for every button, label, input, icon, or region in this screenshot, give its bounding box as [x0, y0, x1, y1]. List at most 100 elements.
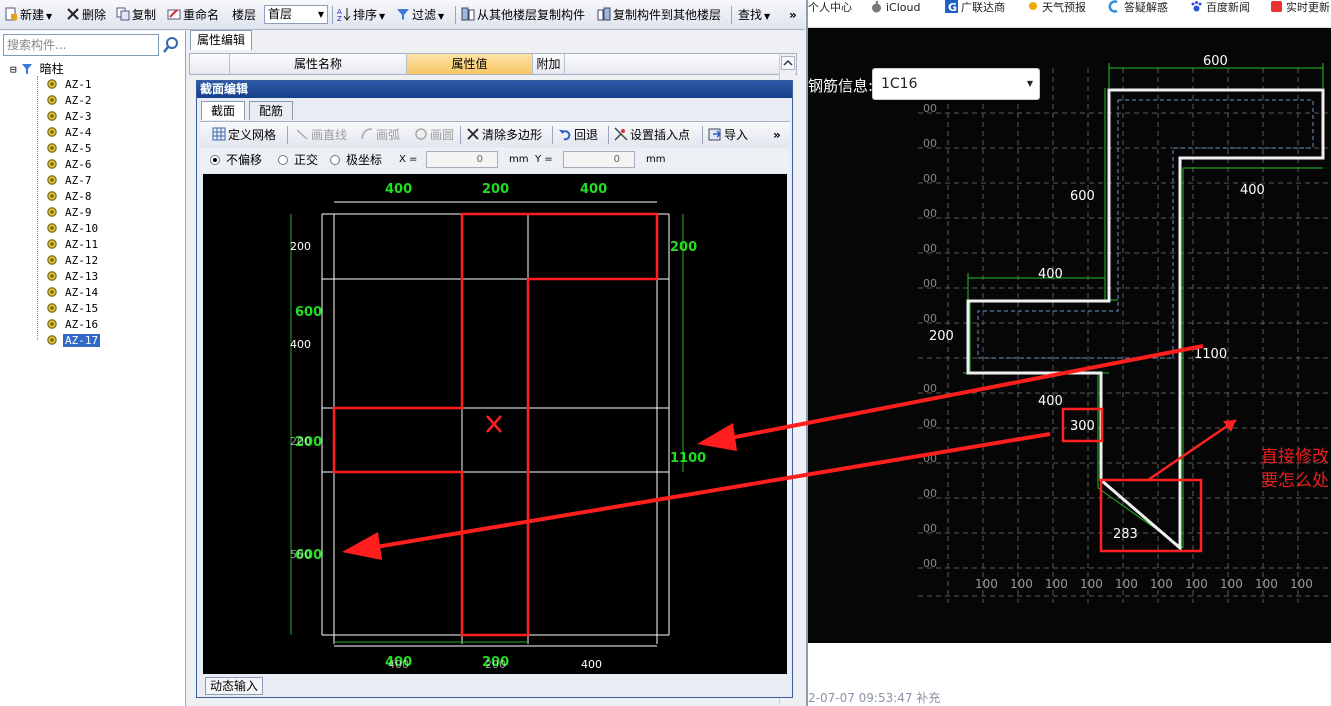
- dynamic-input-button[interactable]: 动态输入: [205, 677, 263, 695]
- radio-no-offset[interactable]: 不偏移: [210, 152, 262, 168]
- scroll-up-icon[interactable]: [781, 56, 795, 70]
- chevron-down-icon: ▼: [764, 12, 771, 21]
- tree-item[interactable]: AZ-6: [46, 157, 94, 173]
- tree-root-node[interactable]: ⊟ 暗柱: [10, 61, 66, 77]
- gear-icon: [47, 223, 57, 233]
- tree-item[interactable]: AZ-12: [46, 253, 100, 269]
- search-input[interactable]: 搜索构件...: [3, 34, 159, 56]
- tree-item[interactable]: AZ-9: [46, 205, 94, 221]
- toolbar-divider: [702, 126, 703, 144]
- gear-icon: [47, 239, 57, 249]
- toolbar-divider: [608, 126, 609, 144]
- tree-item-label: AZ-1: [65, 78, 92, 91]
- browser-screenshot-pane: 个人中心 iCloud G 广联达商 天气预报 答疑解惑 百度新闻 实时更新 00…: [806, 0, 1331, 706]
- grid-label: 100: [1010, 577, 1033, 591]
- bookmark-realtime[interactable]: 实时更新: [1270, 0, 1330, 16]
- tab-property-edit[interactable]: 属性编辑: [190, 30, 252, 50]
- toolbar-overflow-button[interactable]: »: [789, 6, 797, 24]
- tree-item[interactable]: AZ-15: [46, 301, 100, 317]
- copy-to-floor-button[interactable]: 复制构件到其他楼层: [597, 6, 721, 24]
- tree-item[interactable]: AZ-16: [46, 317, 100, 333]
- gear-icon: [47, 79, 57, 89]
- gear-icon: [47, 303, 57, 313]
- section-editor-window: 截面编辑 截面 配筋 定义网格 画直线 画弧 画圆 清除多边形 回退 设置插入点…: [196, 80, 793, 698]
- sort-button[interactable]: A Z 排序 ▼: [337, 6, 385, 24]
- grid-label: 00: [923, 522, 937, 535]
- draw-circle-button[interactable]: 画圆: [414, 127, 454, 143]
- toolbar-divider: [287, 126, 288, 144]
- tree-item[interactable]: AZ-8: [46, 189, 94, 205]
- grid-icon: [212, 127, 226, 141]
- import-button[interactable]: 导入: [708, 127, 748, 143]
- tree-item-label: AZ-12: [65, 254, 99, 267]
- tree-item[interactable]: AZ-13: [46, 269, 100, 285]
- svg-text:G: G: [948, 1, 957, 13]
- floor-select[interactable]: 首层 ▼: [264, 5, 328, 24]
- x-coordinate-input[interactable]: 0: [426, 151, 498, 168]
- tree-item[interactable]: AZ-7: [46, 173, 94, 189]
- tree-item[interactable]: AZ-3: [46, 109, 94, 125]
- copy-button[interactable]: 复制: [116, 6, 156, 24]
- tree-item[interactable]: AZ-2: [46, 93, 94, 109]
- tree-item[interactable]: AZ-5: [46, 141, 94, 157]
- gear-icon: [47, 127, 57, 137]
- search-icon[interactable]: [162, 36, 180, 54]
- chevron-down-icon: ▼: [379, 12, 386, 21]
- news-icon: [1271, 1, 1282, 12]
- gear-icon: [47, 159, 57, 169]
- photo-dim-top: 600: [1203, 54, 1228, 69]
- tab-rebar[interactable]: 配筋: [249, 101, 293, 120]
- rename-button[interactable]: 重命名: [167, 6, 219, 24]
- arrow-head-icon: [1223, 420, 1236, 432]
- tree-item[interactable]: AZ-4: [46, 125, 94, 141]
- define-grid-button[interactable]: 定义网格: [212, 127, 276, 143]
- bookmark-qa[interactable]: 答疑解惑: [1108, 0, 1168, 16]
- column-header-name[interactable]: 属性名称: [230, 54, 407, 74]
- property-grid-header: 属性名称 属性值 附加: [189, 53, 797, 75]
- grid-label: 00: [923, 242, 937, 255]
- draw-arc-button[interactable]: 画弧: [360, 127, 400, 143]
- floor-label: 楼层: [232, 8, 257, 22]
- tree-item[interactable]: AZ-14: [46, 285, 100, 301]
- bookmark-personal-center[interactable]: 个人中心: [808, 0, 852, 16]
- tree-item-label: AZ-11: [65, 238, 99, 251]
- tree-item-label: AZ-17: [63, 334, 101, 347]
- copy-from-floor-icon: [461, 7, 475, 21]
- import-icon: [708, 128, 722, 141]
- bookmark-glodon[interactable]: G 广联达商: [945, 0, 1005, 16]
- gear-icon: [47, 319, 57, 329]
- find-button[interactable]: 查找 ▼: [738, 6, 770, 24]
- radio-polar[interactable]: 极坐标: [330, 152, 382, 168]
- tree-item[interactable]: AZ-10: [46, 221, 100, 237]
- section-drawing-canvas[interactable]: 400 200 400 400 200 600 200 600 200 1100…: [203, 174, 787, 674]
- new-button[interactable]: 新建 ▼: [4, 6, 52, 24]
- tab-section[interactable]: 截面: [201, 101, 245, 120]
- tree-item[interactable]: AZ-1: [46, 77, 94, 93]
- photo-drawing: 00 00 00 00 00 00 00 00 00 00 00 00 00 1…: [918, 54, 1331, 603]
- set-insert-point-button[interactable]: 设置插入点: [614, 127, 690, 143]
- svg-text:Z: Z: [337, 15, 342, 21]
- bookmark-icloud[interactable]: iCloud: [870, 0, 920, 16]
- tree-item[interactable]: AZ-17: [46, 333, 101, 349]
- bookmark-baidu-news[interactable]: 百度新闻: [1190, 0, 1250, 16]
- dim-left-white-2: 400: [290, 338, 311, 351]
- bookmark-weather[interactable]: 天气预报: [1026, 0, 1086, 16]
- undo-button[interactable]: 回退: [558, 127, 598, 143]
- post-timestamp: 2-07-07 09:53:47 补充: [808, 691, 941, 705]
- tree-collapse-icon[interactable]: ⊟: [10, 63, 17, 76]
- copy-from-floor-button[interactable]: 从其他楼层复制构件: [461, 6, 585, 24]
- filter-button[interactable]: 过滤 ▼: [396, 6, 444, 24]
- y-coordinate-input[interactable]: 0: [563, 151, 635, 168]
- column-header-extra[interactable]: 附加: [533, 54, 565, 74]
- delete-button[interactable]: 删除: [66, 6, 106, 24]
- radio-unchecked-icon: [330, 155, 340, 165]
- clear-polygon-button[interactable]: 清除多边形: [466, 127, 542, 143]
- grid-label: 00: [923, 102, 937, 115]
- section-toolbar-overflow[interactable]: »: [773, 127, 781, 143]
- dim-bottom-white-2: 200: [485, 658, 506, 671]
- radio-orthogonal[interactable]: 正交: [278, 152, 318, 168]
- draw-line-button[interactable]: 画直线: [295, 127, 347, 143]
- gear-icon: [47, 95, 57, 105]
- tree-item[interactable]: AZ-11: [46, 237, 100, 253]
- column-header-value[interactable]: 属性值: [407, 54, 533, 74]
